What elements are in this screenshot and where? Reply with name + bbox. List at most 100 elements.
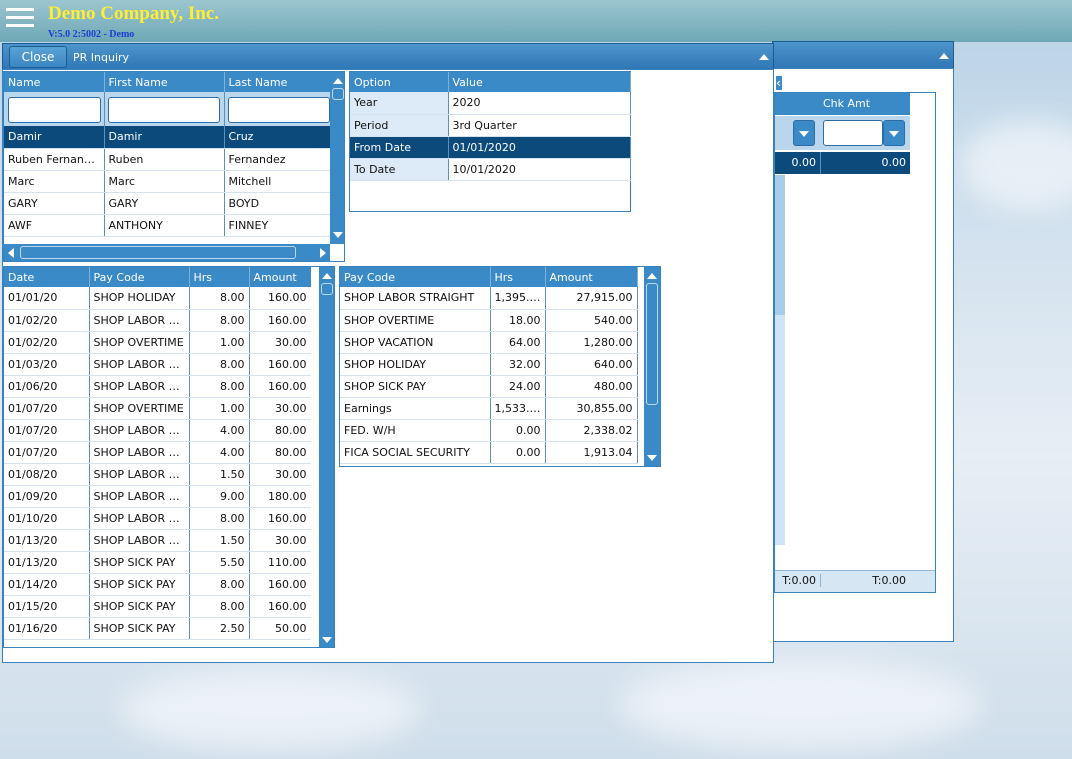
scroll-thumb[interactable] [332, 88, 344, 100]
detail-row-cell[interactable]: 01/10/20 [4, 507, 90, 530]
scroll-up-icon[interactable] [333, 78, 343, 84]
detail-row[interactable]: 01/03/20SHOP LABOR STRAIGHT8.00160.00 [4, 353, 312, 376]
chk-amt-filter-dropdown[interactable] [883, 120, 905, 146]
chk-amt-filter-input[interactable] [823, 120, 883, 146]
detail-row-cell[interactable]: 01/15/20 [4, 595, 90, 618]
employee-hscrollbar[interactable] [4, 244, 330, 261]
detail-row[interactable]: 01/10/20SHOP LABOR STRAIGHT8.00160.00 [4, 507, 312, 530]
summary-row-cell[interactable]: SHOP OVERTIME [340, 309, 491, 332]
detail-row-cell[interactable]: SHOP OVERTIME [89, 331, 190, 354]
detail-row-cell[interactable]: SHOP LABOR STRAIGHT [89, 485, 190, 508]
summary-row[interactable]: SHOP HOLIDAY 32.00 640.00 [340, 353, 638, 376]
detail-row-cell[interactable]: 4.00 [189, 441, 250, 464]
detail-row-cell[interactable]: 8.00 [189, 375, 250, 398]
summary-vscrollbar[interactable] [644, 267, 660, 466]
summary-row[interactable]: Earnings 1,533.75 30,855.00 [340, 397, 638, 420]
detail-row-cell[interactable]: 01/03/20 [4, 353, 90, 376]
detail-row-cell[interactable]: 8.00 [189, 309, 250, 332]
summary-row-cell[interactable]: Earnings [340, 397, 491, 420]
option-row-cell[interactable]: Period [350, 114, 449, 137]
summary-row[interactable]: FED. W/H 0.00 2,338.02 [340, 419, 638, 442]
detail-row-cell[interactable]: 4.00 [189, 419, 250, 442]
summary-row-cell[interactable]: 0.00 [490, 441, 546, 464]
detail-row-cell[interactable]: 180.00 [249, 485, 312, 508]
employee-row-cell[interactable]: Damir [104, 126, 225, 149]
detail-row-cell[interactable]: SHOP SICK PAY [89, 595, 190, 618]
employee-row-cell[interactable]: BOYD [224, 192, 331, 215]
detail-row-cell[interactable]: SHOP HOLIDAY [89, 287, 190, 310]
employee-vscrollbar[interactable] [330, 72, 344, 244]
employee-row-cell[interactable]: Mitchell [224, 170, 331, 193]
back-scroll-track-lower[interactable] [775, 315, 785, 545]
summary-row-cell[interactable]: 1,913.04 [545, 441, 638, 464]
summary-row-cell[interactable]: 18.00 [490, 309, 546, 332]
detail-row-cell[interactable]: 01/13/20 [4, 551, 90, 574]
summary-row-cell[interactable]: 1,280.00 [545, 331, 638, 354]
summary-row-cell[interactable]: FICA SOCIAL SECURITY [340, 441, 491, 464]
summary-row[interactable]: SHOP VACATION 64.00 1,280.00 [340, 331, 638, 354]
detail-row[interactable]: 01/07/20SHOP LABOR STRAIGHT4.0080.00 [4, 441, 312, 464]
detail-row-cell[interactable]: SHOP LABOR STRAIGHT [89, 507, 190, 530]
detail-row[interactable]: 01/06/20SHOP LABOR STRAIGHT8.00160.00 [4, 375, 312, 398]
detail-row-cell[interactable]: 8.00 [189, 353, 250, 376]
summary-row-cell[interactable]: SHOP HOLIDAY [340, 353, 491, 376]
detail-row[interactable]: 01/08/20SHOP LABOR STRAIGHT1.5030.00 [4, 463, 312, 486]
col-pay-code[interactable]: Pay Code [89, 267, 190, 287]
detail-row-cell[interactable]: 8.00 [189, 595, 250, 618]
employee-row-cell[interactable]: GARY [104, 192, 225, 215]
option-row-cell[interactable]: 01/01/2020 [448, 136, 631, 159]
hscroll-thumb[interactable] [20, 246, 296, 259]
option-row-cell[interactable]: To Date [350, 158, 449, 181]
detail-row[interactable]: 01/09/20SHOP LABOR STRAIGHT9.00180.00 [4, 485, 312, 508]
option-row-cell[interactable]: 2020 [448, 92, 631, 115]
detail-row-cell[interactable]: 01/07/20 [4, 397, 90, 420]
summary-row-cell[interactable]: 30,855.00 [545, 397, 638, 420]
option-row-cell[interactable]: Year [350, 92, 449, 115]
detail-row-cell[interactable]: 160.00 [249, 375, 312, 398]
detail-row-cell[interactable]: 160.00 [249, 595, 312, 618]
collapse-icon[interactable] [939, 53, 949, 59]
summary-row-cell[interactable]: 27,915.00 [545, 287, 638, 310]
employee-row-cell[interactable]: GARY [4, 192, 105, 215]
detail-row-cell[interactable]: 8.00 [189, 287, 250, 310]
scroll-down-icon[interactable] [647, 455, 657, 461]
detail-row-cell[interactable]: 01/01/20 [4, 287, 90, 310]
detail-vscrollbar[interactable] [319, 267, 334, 647]
col-date[interactable]: Date [4, 267, 90, 287]
detail-row-cell[interactable]: SHOP LABOR STRAIGHT [89, 419, 190, 442]
detail-row-cell[interactable]: 160.00 [249, 507, 312, 530]
detail-row[interactable]: 01/13/20 SHOP SICK PAY 5.50 110.00 [4, 551, 312, 574]
detail-row-cell[interactable]: 01/08/20 [4, 463, 90, 486]
detail-row-cell[interactable]: SHOP LABOR STRAIGHT [89, 463, 190, 486]
detail-row-cell[interactable]: 5.50 [189, 551, 250, 574]
detail-row-cell[interactable]: SHOP LABOR STRAIGHT [89, 441, 190, 464]
detail-row[interactable]: 01/01/20 SHOP HOLIDAY 8.00 160.00 [4, 287, 312, 310]
detail-row-cell[interactable]: 01/13/20 [4, 529, 90, 552]
summary-row-cell[interactable]: 1,533.75 [490, 397, 546, 420]
summary-row[interactable]: SHOP LABOR STRAIGHT 1,395.75 27,915.00 [340, 287, 638, 310]
detail-row-cell[interactable]: SHOP LABOR STRAIGHT [89, 375, 190, 398]
scroll-left-icon[interactable] [8, 248, 14, 258]
col-pay-code[interactable]: Pay Code [340, 267, 491, 287]
last-name-filter-input[interactable] [228, 97, 330, 123]
detail-row-cell[interactable]: SHOP LABOR STRAIGHT [89, 353, 190, 376]
first-name-filter-input[interactable] [108, 97, 220, 123]
col-first-name[interactable]: First Name [104, 72, 225, 92]
summary-row-cell[interactable]: 1,395.75 [490, 287, 546, 310]
employee-row[interactable]: Damir Damir Cruz [4, 126, 331, 149]
detail-row-cell[interactable]: SHOP OVERTIME [89, 397, 190, 420]
employee-row[interactable]: Ruben Fernandez Ruben Fernandez [4, 148, 331, 171]
col-name[interactable]: Name [4, 72, 105, 92]
summary-row[interactable]: FICA SOCIAL SECURITY 0.00 1,913.04 [340, 441, 638, 464]
summary-row-cell[interactable]: 64.00 [490, 331, 546, 354]
detail-row-cell[interactable]: 01/16/20 [4, 617, 90, 640]
detail-row-cell[interactable]: 01/02/20 [4, 309, 90, 332]
detail-row[interactable]: 01/02/20 SHOP OVERTIME 1.00 30.00 [4, 331, 312, 354]
summary-row-cell[interactable]: FED. W/H [340, 419, 491, 442]
back-window-close-arrow[interactable]: ‹ [776, 76, 782, 90]
detail-row-cell[interactable]: 80.00 [249, 419, 312, 442]
detail-row-cell[interactable]: 1.50 [189, 529, 250, 552]
summary-row-cell[interactable]: SHOP LABOR STRAIGHT [340, 287, 491, 310]
scroll-thumb[interactable] [321, 283, 333, 295]
option-row-cell[interactable]: 10/01/2020 [448, 158, 631, 181]
